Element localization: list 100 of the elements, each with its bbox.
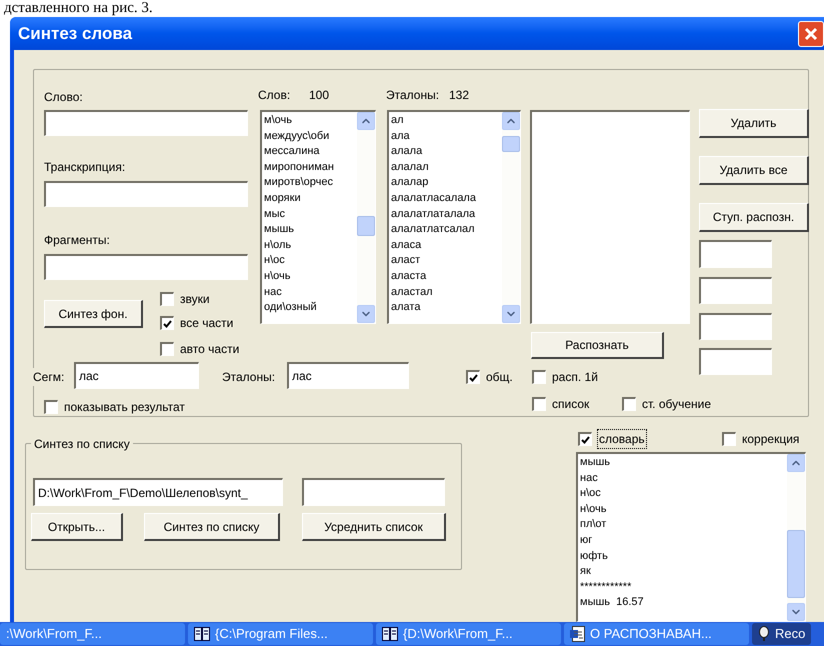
checkbox[interactable] xyxy=(622,397,636,411)
list-item[interactable]: алалар xyxy=(391,175,502,191)
list-item[interactable]: юфть xyxy=(580,548,787,564)
push-button[interactable]: Ступ. распозн. xyxy=(699,203,809,232)
input-field[interactable] xyxy=(699,313,772,340)
checkbox[interactable] xyxy=(532,397,546,411)
scroll-thumb[interactable] xyxy=(357,216,375,236)
list-item[interactable]: междуус\оби xyxy=(264,128,357,144)
scrollbar[interactable] xyxy=(787,454,805,621)
input-field[interactable] xyxy=(699,348,772,375)
checkbox-label: словарь xyxy=(598,430,646,448)
scrollbar[interactable] xyxy=(357,112,375,323)
list-item[interactable]: мышь xyxy=(264,222,357,238)
close-icon xyxy=(804,26,818,40)
list-item[interactable]: миротв\орчес xyxy=(264,175,357,191)
list-box[interactable]: мышь нас н\ос н\очь пл\от юг юфть як ************ мышь 16.57 xyxy=(576,452,806,622)
list-item[interactable]: аласт xyxy=(391,253,502,269)
close-button[interactable] xyxy=(798,20,824,46)
checkbox-label: ст. обучение xyxy=(642,396,712,413)
list-item[interactable]: н\очь xyxy=(264,268,357,285)
taskbar-button[interactable]: {C:\Program Files... xyxy=(188,623,373,645)
list-item[interactable]: алалал xyxy=(391,160,502,176)
taskbar-button[interactable]: :\Work\From_F... xyxy=(0,623,185,645)
list-box[interactable] xyxy=(530,110,690,324)
checkbox[interactable] xyxy=(160,292,174,306)
checkbox[interactable] xyxy=(578,432,592,446)
input-field[interactable]: лас xyxy=(74,362,199,389)
push-button[interactable]: Открыть... xyxy=(31,513,123,541)
list-item[interactable]: пл\от xyxy=(580,517,787,533)
check-icon xyxy=(581,436,590,444)
checkbox[interactable] xyxy=(160,316,174,330)
scroll-thumb[interactable] xyxy=(787,530,805,598)
list-item[interactable]: алала xyxy=(391,144,502,160)
words-count-label: Слов: xyxy=(258,87,290,104)
input-field[interactable] xyxy=(699,277,772,304)
push-button[interactable]: Синтез по списку xyxy=(144,513,280,541)
push-button[interactable]: Удалить xyxy=(699,109,809,138)
list-item[interactable]: м\очь xyxy=(264,113,357,129)
etalons-count-label: Эталоны: xyxy=(386,87,440,104)
microphone-icon xyxy=(758,626,770,642)
taskbar-button[interactable]: {D:\Work\From_F... xyxy=(376,623,561,645)
checkbox-label: показывать результат xyxy=(64,399,185,416)
field-label: Сегм: xyxy=(33,368,64,386)
checkbox-label: звуки xyxy=(180,291,210,308)
push-button[interactable]: Усреднить список xyxy=(302,513,446,541)
field-label: Эталоны: xyxy=(222,369,276,386)
taskbar-button[interactable]: О РАСПОЗНАВАН... xyxy=(564,623,749,645)
document-text: дставленного на рис. 3. xyxy=(4,0,154,17)
list-item[interactable]: як xyxy=(580,564,787,580)
list-item[interactable]: н\оль xyxy=(264,238,357,254)
checkbox[interactable] xyxy=(160,342,174,356)
list-item[interactable]: алалатлаталала xyxy=(391,206,502,222)
list-item[interactable]: н\ос xyxy=(580,486,787,502)
list-item[interactable]: аласта xyxy=(391,268,502,285)
words-count: 100 xyxy=(309,87,330,104)
list-item[interactable]: нас xyxy=(264,284,357,300)
checkbox-label: общ. xyxy=(486,369,513,386)
list-item[interactable]: юг xyxy=(580,532,787,549)
push-button[interactable]: Распознать xyxy=(531,332,664,359)
field-label: Транскрипция: xyxy=(44,159,126,176)
list-item[interactable]: алата xyxy=(391,300,502,316)
list-item[interactable]: мышь 16.57 xyxy=(580,595,787,611)
list-item[interactable]: н\ос xyxy=(264,253,357,269)
checkbox[interactable] xyxy=(44,400,58,414)
list-item[interactable]: нас xyxy=(580,470,787,486)
checkbox[interactable] xyxy=(466,370,480,384)
input-field[interactable]: D:\Work\From_F\Demo\Шелепов\synt_ xyxy=(33,478,283,506)
list-item[interactable]: аласа xyxy=(391,238,502,254)
check-icon xyxy=(163,320,172,328)
list-item[interactable]: ала xyxy=(391,128,502,144)
scrollbar[interactable] xyxy=(502,112,520,323)
list-item[interactable]: алалатласалала xyxy=(391,190,502,207)
list-item[interactable]: ал xyxy=(391,113,502,129)
list-item[interactable]: н\очь xyxy=(580,502,787,518)
checkbox[interactable] xyxy=(532,370,546,384)
list-item[interactable]: моряки xyxy=(264,190,357,207)
list-box[interactable]: м\очь междуус\оби мессалина миропониман миротв\орчес моряки мыс мышь н\оль н\ос н\очь нас оди\озный xyxy=(260,110,376,324)
input-field[interactable] xyxy=(44,181,248,207)
list-item[interactable]: миропониман xyxy=(264,160,357,176)
input-field[interactable] xyxy=(302,478,445,506)
input-field[interactable] xyxy=(699,240,772,268)
list-item[interactable]: ************ xyxy=(580,580,787,596)
list-item[interactable]: мессалина xyxy=(264,144,357,160)
taskbar-button[interactable]: Reco xyxy=(752,623,812,645)
push-button[interactable]: Удалить все xyxy=(699,156,809,185)
list-item[interactable]: мышь xyxy=(580,455,787,471)
list-item[interactable]: алалатлатсалал xyxy=(391,222,502,238)
scroll-thumb[interactable] xyxy=(502,136,520,152)
list-item[interactable]: аластал xyxy=(391,284,502,300)
input-field[interactable] xyxy=(44,254,248,280)
list-box[interactable]: ал ала алала алалал алалар алалатласалала алалатлаталала алалатлатсалал аласа аласт аласта аластал алата xyxy=(387,110,521,324)
checkbox-label: список xyxy=(552,396,590,413)
etalons-count: 132 xyxy=(449,87,470,104)
list-item[interactable]: оди\озный xyxy=(264,300,357,316)
checkbox[interactable] xyxy=(722,432,736,446)
checkbox-label: все части xyxy=(180,315,234,332)
input-field[interactable]: лас xyxy=(287,362,409,389)
push-button[interactable]: Синтез фон. xyxy=(44,300,143,328)
list-item[interactable]: мыс xyxy=(264,206,357,222)
input-field[interactable] xyxy=(44,110,248,136)
